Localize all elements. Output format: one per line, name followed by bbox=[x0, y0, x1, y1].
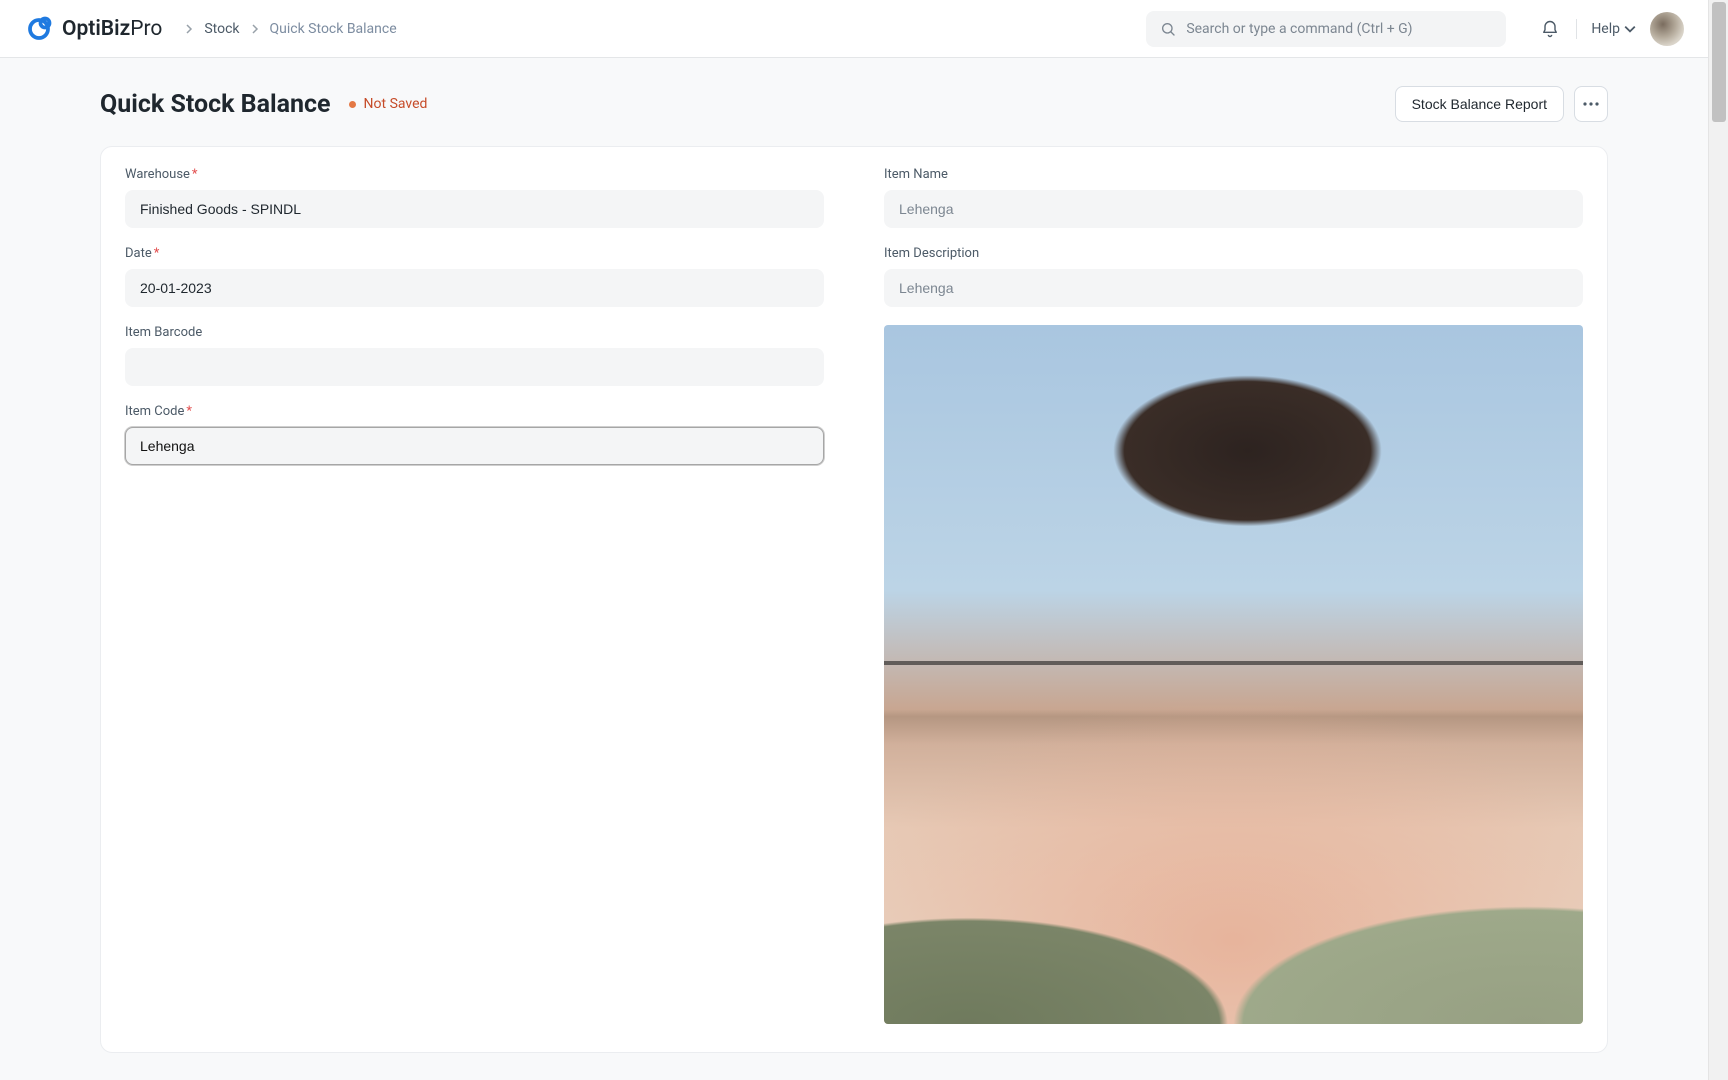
vertical-scrollbar[interactable] bbox=[1708, 0, 1728, 1080]
help-label: Help bbox=[1591, 21, 1620, 37]
item-code-label: Item Code* bbox=[125, 404, 824, 419]
search-icon bbox=[1160, 21, 1176, 37]
top-navbar: OptiBizPro Stock Quick Stock Balance Sea… bbox=[0, 0, 1708, 58]
brand-name: OptiBizPro bbox=[62, 17, 162, 41]
item-image-field bbox=[884, 325, 1583, 1024]
logo-icon bbox=[24, 14, 54, 44]
item-name-label: Item Name bbox=[884, 167, 1583, 182]
page-body: Quick Stock Balance Not Saved Stock Bala… bbox=[0, 58, 1708, 1080]
save-status-badge: Not Saved bbox=[349, 96, 428, 112]
warehouse-label: Warehouse* bbox=[125, 167, 824, 182]
form-right-column: Item Name Item Description bbox=[884, 167, 1583, 1024]
date-input[interactable] bbox=[125, 269, 824, 307]
item-description-input[interactable] bbox=[884, 269, 1583, 307]
ellipsis-icon bbox=[1583, 102, 1599, 106]
divider bbox=[1576, 19, 1577, 39]
item-image bbox=[884, 325, 1583, 1024]
item-barcode-label: Item Barcode bbox=[125, 325, 824, 340]
form-left-column: Warehouse* Date* Item Barcode Item Code* bbox=[125, 167, 824, 1024]
item-name-field: Item Name bbox=[884, 167, 1583, 228]
item-code-input[interactable] bbox=[125, 427, 824, 465]
brand-logo[interactable]: OptiBizPro bbox=[24, 14, 162, 44]
date-label: Date* bbox=[125, 246, 824, 261]
chevron-right-icon bbox=[250, 24, 260, 34]
more-actions-button[interactable] bbox=[1574, 86, 1608, 122]
breadcrumb: Stock Quick Stock Balance bbox=[184, 21, 396, 37]
stock-balance-report-button[interactable]: Stock Balance Report bbox=[1395, 86, 1564, 122]
breadcrumb-current: Quick Stock Balance bbox=[270, 21, 397, 37]
item-barcode-field: Item Barcode bbox=[125, 325, 824, 386]
bell-icon bbox=[1540, 19, 1560, 39]
page-header: Quick Stock Balance Not Saved Stock Bala… bbox=[100, 86, 1608, 122]
chevron-down-icon bbox=[1624, 23, 1636, 35]
notifications-button[interactable] bbox=[1538, 17, 1562, 41]
status-dot-icon bbox=[349, 101, 356, 108]
app-viewport: OptiBizPro Stock Quick Stock Balance Sea… bbox=[0, 0, 1708, 1080]
page-title: Quick Stock Balance bbox=[100, 90, 331, 119]
scrollbar-thumb[interactable] bbox=[1712, 2, 1726, 122]
status-text: Not Saved bbox=[364, 96, 428, 112]
item-name-input[interactable] bbox=[884, 190, 1583, 228]
warehouse-input[interactable] bbox=[125, 190, 824, 228]
warehouse-field: Warehouse* bbox=[125, 167, 824, 228]
item-code-field: Item Code* bbox=[125, 404, 824, 465]
date-field: Date* bbox=[125, 246, 824, 307]
item-description-label: Item Description bbox=[884, 246, 1583, 261]
breadcrumb-root[interactable]: Stock bbox=[204, 21, 239, 37]
user-avatar[interactable] bbox=[1650, 12, 1684, 46]
global-search[interactable]: Search or type a command (Ctrl + G) bbox=[1146, 11, 1506, 47]
search-placeholder: Search or type a command (Ctrl + G) bbox=[1186, 21, 1412, 37]
item-description-field: Item Description bbox=[884, 246, 1583, 307]
chevron-right-icon bbox=[184, 24, 194, 34]
form-card: Warehouse* Date* Item Barcode Item Code* bbox=[100, 146, 1608, 1053]
item-barcode-input[interactable] bbox=[125, 348, 824, 386]
help-menu[interactable]: Help bbox=[1591, 21, 1636, 37]
